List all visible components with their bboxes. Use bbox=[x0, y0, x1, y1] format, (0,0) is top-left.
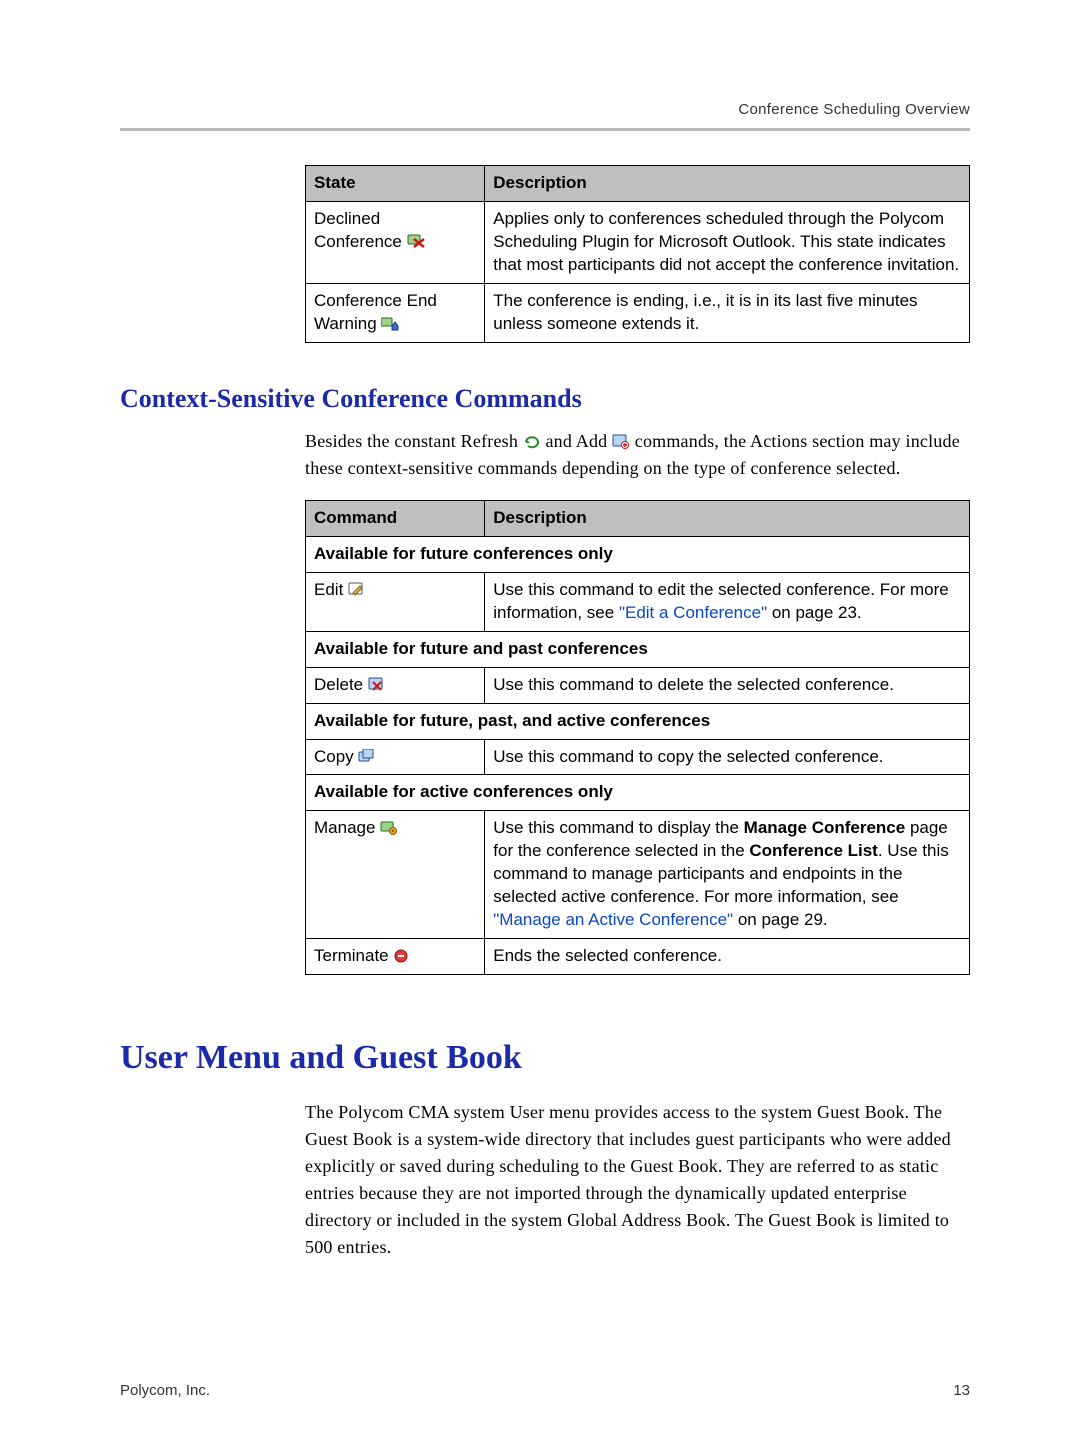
state-cell: Declined Conference bbox=[306, 202, 485, 284]
text: on page 23. bbox=[767, 603, 862, 622]
state-header: State bbox=[306, 166, 485, 202]
command-label: Edit bbox=[314, 580, 343, 599]
command-label: Delete bbox=[314, 675, 363, 694]
section-label: Available for future and past conference… bbox=[306, 631, 970, 667]
terminate-icon bbox=[393, 947, 411, 962]
table-section-row: Available for active conferences only bbox=[306, 775, 970, 811]
description-cell: Use this command to copy the selected co… bbox=[485, 739, 970, 775]
state-sublabel: Warning bbox=[314, 314, 377, 333]
description-cell: The conference is ending, i.e., it is in… bbox=[485, 284, 970, 343]
add-icon bbox=[612, 430, 630, 445]
conference-end-warning-icon bbox=[381, 315, 399, 330]
text: Besides the constant Refresh bbox=[305, 431, 523, 451]
state-label: Conference End bbox=[314, 291, 437, 310]
table-header-row: State Description bbox=[306, 166, 970, 202]
command-cell: Edit bbox=[306, 572, 485, 631]
page-number: 13 bbox=[953, 1381, 970, 1401]
command-label: Terminate bbox=[314, 946, 389, 965]
command-label: Copy bbox=[314, 747, 354, 766]
description-header: Description bbox=[485, 166, 970, 202]
table-row: Edit Use this command to edit the select… bbox=[306, 572, 970, 631]
delete-icon bbox=[368, 676, 386, 691]
user-menu-paragraph: The Polycom CMA system User menu provide… bbox=[305, 1099, 970, 1261]
table-row: Copy Use this command to copy the select… bbox=[306, 739, 970, 775]
state-cell: Conference End Warning bbox=[306, 284, 485, 343]
bold-text: Conference List bbox=[749, 841, 877, 860]
page-footer: Polycom, Inc. 13 bbox=[120, 1381, 970, 1401]
edit-icon bbox=[348, 581, 366, 596]
table-row: Declined Conference Applies only to conf… bbox=[306, 202, 970, 284]
section-label: Available for future, past, and active c… bbox=[306, 703, 970, 739]
footer-left: Polycom, Inc. bbox=[120, 1381, 210, 1401]
manage-icon bbox=[380, 819, 398, 834]
copy-icon bbox=[358, 748, 376, 763]
refresh-icon bbox=[523, 430, 541, 445]
command-cell: Terminate bbox=[306, 939, 485, 975]
chapter-heading: User Menu and Guest Book bbox=[120, 1035, 970, 1081]
table-row: Manage Use this command to display the M… bbox=[306, 811, 970, 939]
document-page: Conference Scheduling Overview State Des… bbox=[0, 0, 1080, 1451]
command-cell: Manage bbox=[306, 811, 485, 939]
section-label: Available for active conferences only bbox=[306, 775, 970, 811]
state-sublabel: Conference bbox=[314, 232, 402, 251]
running-header: Conference Scheduling Overview bbox=[120, 100, 970, 120]
command-header: Command bbox=[306, 500, 485, 536]
table-section-row: Available for future, past, and active c… bbox=[306, 703, 970, 739]
description-cell: Use this command to display the Manage C… bbox=[485, 811, 970, 939]
description-cell: Applies only to conferences scheduled th… bbox=[485, 202, 970, 284]
header-divider bbox=[120, 128, 970, 131]
description-header: Description bbox=[485, 500, 970, 536]
cross-reference-link[interactable]: "Manage an Active Conference" bbox=[493, 910, 733, 929]
section-heading: Context-Sensitive Conference Commands bbox=[120, 381, 970, 416]
cross-reference-link[interactable]: "Edit a Conference" bbox=[619, 603, 767, 622]
text: Use this command to display the bbox=[493, 818, 743, 837]
table-section-row: Available for future conferences only bbox=[306, 536, 970, 572]
state-table: State Description Declined Conference Ap… bbox=[305, 165, 970, 343]
table-row: Delete Use this command to delete the se… bbox=[306, 667, 970, 703]
table-header-row: Command Description bbox=[306, 500, 970, 536]
command-cell: Copy bbox=[306, 739, 485, 775]
state-label: Declined bbox=[314, 209, 380, 228]
section-label: Available for future conferences only bbox=[306, 536, 970, 572]
table-row: Terminate Ends the selected conference. bbox=[306, 939, 970, 975]
bold-text: Manage Conference bbox=[744, 818, 906, 837]
context-paragraph: Besides the constant Refresh and Add com… bbox=[305, 428, 970, 482]
command-table: Command Description Available for future… bbox=[305, 500, 970, 975]
text: and Add bbox=[545, 431, 612, 451]
description-cell: Ends the selected conference. bbox=[485, 939, 970, 975]
declined-conference-icon bbox=[407, 233, 425, 248]
command-label: Manage bbox=[314, 818, 375, 837]
table-section-row: Available for future and past conference… bbox=[306, 631, 970, 667]
description-cell: Use this command to delete the selected … bbox=[485, 667, 970, 703]
table-row: Conference End Warning The conference is… bbox=[306, 284, 970, 343]
description-cell: Use this command to edit the selected co… bbox=[485, 572, 970, 631]
text: on page 29. bbox=[733, 910, 828, 929]
command-cell: Delete bbox=[306, 667, 485, 703]
